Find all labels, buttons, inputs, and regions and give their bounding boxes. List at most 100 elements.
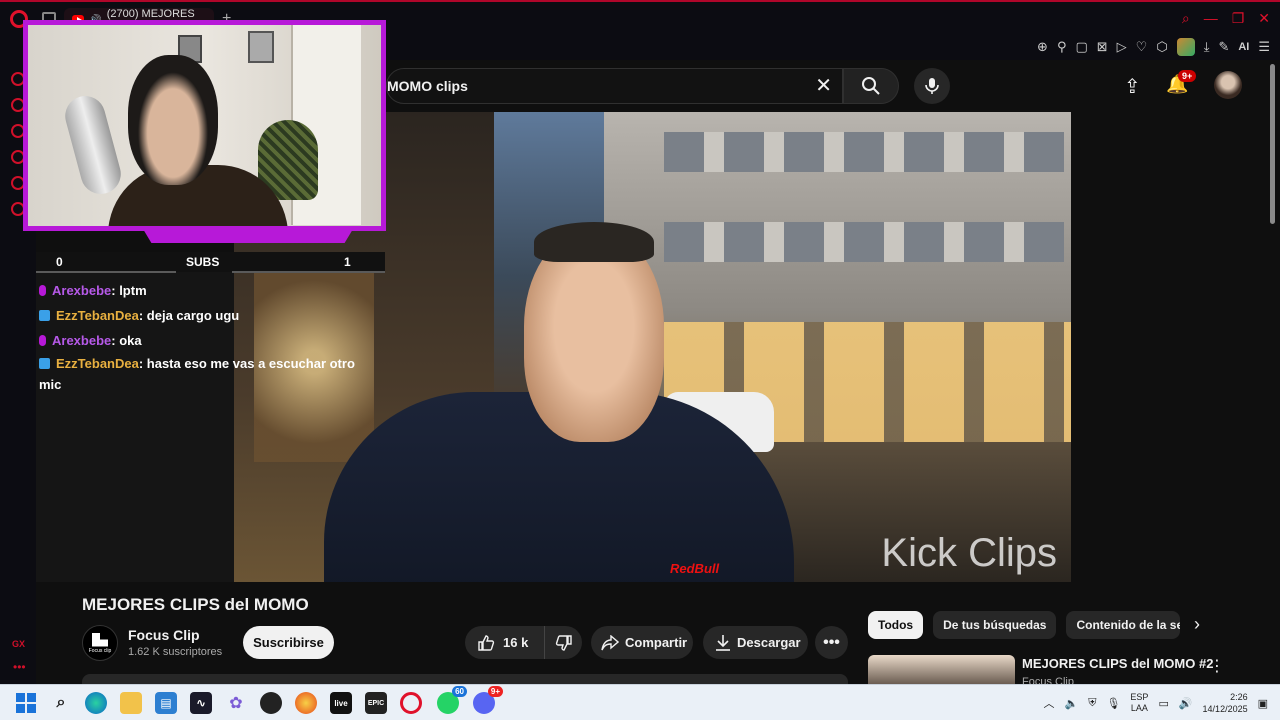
epic-games-icon[interactable]: EPIC <box>365 692 387 714</box>
description-box[interactable] <box>82 674 848 684</box>
chip-todos[interactable]: Todos <box>868 611 924 639</box>
keyboard-layout: LAA <box>1130 703 1148 713</box>
ai-label[interactable]: AI <box>1238 41 1249 53</box>
chat-username: Arexbebe <box>52 333 112 348</box>
minimize-button[interactable]: — <box>1204 10 1218 27</box>
chat-username: EzzTebanDea <box>56 308 139 323</box>
firefox-icon[interactable] <box>295 692 317 714</box>
subs-divider <box>36 271 176 273</box>
obs-icon[interactable] <box>260 692 282 714</box>
download-icon[interactable]: ⤓ <box>1204 39 1210 55</box>
arrow-badge-icon <box>39 358 50 369</box>
extensions-icon[interactable]: ⬡ <box>1156 39 1167 55</box>
page-scrollbar[interactable] <box>1270 64 1275 224</box>
rec-thumbnail[interactable] <box>868 655 1015 684</box>
dislike-button[interactable] <box>545 634 582 652</box>
clock[interactable]: 2:26 14/12/2025 <box>1203 691 1248 715</box>
settings-app-icon[interactable]: ✿ <box>225 692 247 714</box>
channel-logo-shape <box>92 632 108 647</box>
jacket-logo-icon: RedBull <box>670 561 720 576</box>
discord-badge: 9+ <box>487 686 503 697</box>
discord-icon[interactable]: 9+ <box>473 686 503 714</box>
chat-username: EzzTebanDea <box>56 356 139 371</box>
chat-message: EzzTebanDea: deja cargo ugu <box>36 303 374 328</box>
subscribe-button[interactable]: Suscribirse <box>243 626 334 659</box>
opera-gx-taskbar-icon[interactable] <box>400 692 422 714</box>
app-icon[interactable]: ▤ <box>155 692 177 714</box>
voice-search-button[interactable] <box>914 68 950 104</box>
upload-icon[interactable]: ⇪ <box>1124 74 1141 99</box>
adblock-icon[interactable]: ⊠ <box>1097 39 1108 55</box>
extension-icons: ⊕ ⚲ ▢ ⊠ ▷ ♡ ⬡ ⤓ ✎ AI ☰ <box>1037 38 1270 56</box>
edge-icon[interactable] <box>85 692 107 714</box>
windows-taskbar: ⌕ ▤ ∿ ✿ live EPIC 60 9+ ︿ 🔈 ⛨ 🎙 ESP LAA … <box>0 684 1280 720</box>
file-explorer-icon[interactable] <box>120 692 142 714</box>
close-window-button[interactable]: ✕ <box>1258 10 1270 27</box>
play-icon[interactable]: ▷ <box>1117 39 1127 55</box>
snapshot-icon[interactable]: ▢ <box>1075 39 1087 55</box>
clock-time: 2:26 <box>1230 692 1248 702</box>
more-actions-button[interactable]: ••• <box>815 626 848 659</box>
chip-de-tus-busquedas[interactable]: De tus búsquedas <box>933 611 1057 639</box>
video-person-head <box>524 232 664 442</box>
clear-search-icon[interactable]: ✕ <box>815 73 832 98</box>
subs-count-left: 0 <box>56 255 63 269</box>
search-input[interactable]: MOMO clips ✕ <box>386 68 843 104</box>
account-avatar[interactable] <box>1214 71 1242 99</box>
taskbar-search-icon[interactable]: ⌕ <box>50 692 72 714</box>
webcam-frame-tab <box>143 229 353 243</box>
live-app-icon[interactable]: live <box>330 692 352 714</box>
chip-contenido[interactable]: Contenido de la ser <box>1066 611 1181 639</box>
zoom-icon[interactable]: ⊕ <box>1037 39 1048 55</box>
clock-date: 14/12/2025 <box>1202 704 1248 714</box>
rec-more-vertical-icon[interactable]: ⋮ <box>1209 656 1225 676</box>
chat-log: Arexbebe: lptm EzzTebanDea: deja cargo u… <box>36 278 374 398</box>
video-watermark: Kick Clips <box>881 531 1057 575</box>
audio-app-icon[interactable]: ∿ <box>190 692 212 714</box>
channel-name[interactable]: Focus Clip <box>128 627 200 643</box>
video-title: MEJORES CLIPS del MOMO <box>82 595 309 614</box>
chat-username: Arexbebe <box>52 283 112 298</box>
search-query[interactable]: MOMO clips <box>387 78 468 94</box>
profile-extension-icon[interactable] <box>1176 38 1195 56</box>
thumbs-down-icon <box>555 634 572 651</box>
subs-divider <box>232 271 385 273</box>
thumbs-up-icon <box>478 634 495 651</box>
search-button[interactable] <box>843 68 899 104</box>
start-button[interactable] <box>15 692 37 714</box>
chat-text: : oka <box>111 333 142 348</box>
volume-tray-icon[interactable]: 🔈 <box>1065 697 1079 710</box>
chevron-right-icon[interactable]: › <box>1194 614 1200 635</box>
language-indicator[interactable]: ESP LAA <box>1130 692 1148 714</box>
pin-icon[interactable]: ⚲ <box>1057 39 1067 55</box>
like-button[interactable]: 16 k <box>465 626 545 659</box>
sidebar-more-icon[interactable]: ••• <box>13 660 26 674</box>
network-icon[interactable]: ▭ <box>1158 697 1168 710</box>
arrow-badge-icon <box>39 310 50 321</box>
speaker-icon[interactable]: 🔊 <box>1179 697 1193 710</box>
mic-badge-icon <box>39 285 46 296</box>
chat-text: : lptm <box>111 283 147 298</box>
notification-center-icon[interactable]: ▣ <box>1258 697 1268 710</box>
download-button[interactable]: Descargar <box>703 626 808 659</box>
like-count: 16 k <box>503 635 529 650</box>
window-controls: ⌕ — ❐ ✕ <box>1182 10 1270 27</box>
whatsapp-icon[interactable]: 60 <box>437 686 467 714</box>
chat-message: Arexbebe: lptm <box>36 278 374 303</box>
share-button[interactable]: Compartir <box>591 626 693 659</box>
maximize-button[interactable]: ❐ <box>1232 10 1245 27</box>
gx-label[interactable]: GX <box>12 639 25 649</box>
subs-counter-bar: 0 SUBS 1 <box>36 252 385 273</box>
subs-count-right: 1 <box>344 255 351 269</box>
heart-icon[interactable]: ♡ <box>1136 39 1148 55</box>
microphone-icon <box>925 78 939 94</box>
chevron-up-icon[interactable]: ︿ <box>1044 695 1055 711</box>
mic-tray-icon[interactable]: 🎙 <box>1106 697 1120 710</box>
rec-title[interactable]: MEJORES CLIPS del MOMO #2 <box>1022 656 1213 671</box>
security-tray-icon[interactable]: ⛨ <box>1088 697 1096 710</box>
menu-icon[interactable]: ☰ <box>1258 39 1270 55</box>
ai-pen-icon[interactable]: ✎ <box>1218 39 1229 55</box>
search-tabs-icon[interactable]: ⌕ <box>1182 10 1190 27</box>
channel-logo[interactable]: Focus clip <box>82 625 118 661</box>
more-horizontal-icon: ••• <box>823 633 840 651</box>
